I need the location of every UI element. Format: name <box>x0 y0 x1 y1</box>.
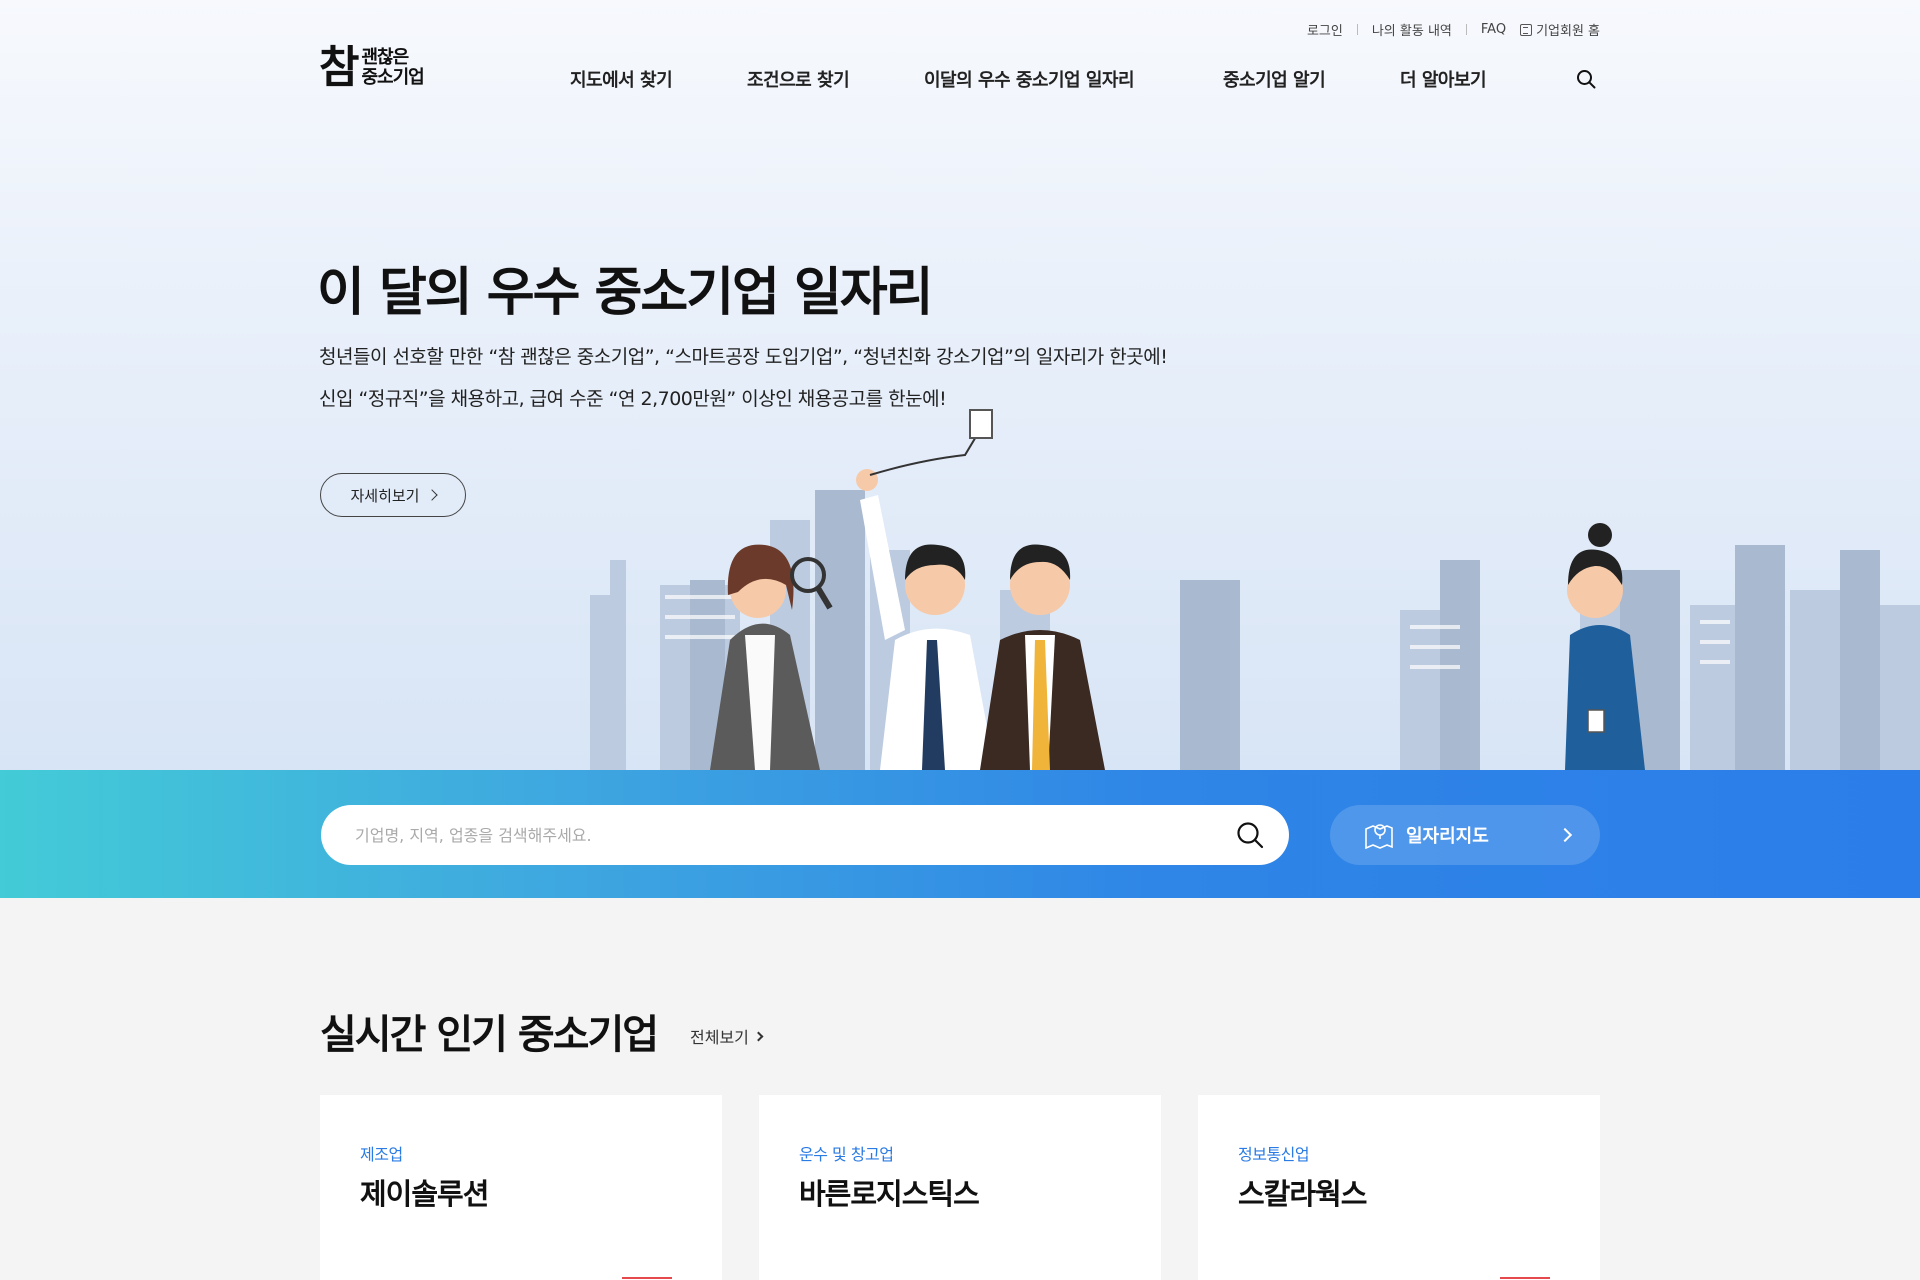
map-pin-icon <box>1365 824 1393 849</box>
company-category: 제조업 <box>360 1145 403 1164</box>
view-all-label: 전체보기 <box>690 1028 749 1047</box>
nav-monthly-best-jobs[interactable]: 이달의 우수 중소기업 일자리 <box>924 66 1135 92</box>
main-nav: 지도에서 찾기 조건으로 찾기 이달의 우수 중소기업 일자리 중소기업 알기 … <box>0 66 1920 92</box>
hero-section: 로그인 나의 활동 내역 FAQ 기업회원 홈 참 괜찮은 중소기업 지도에서 … <box>0 0 1920 770</box>
search-icon[interactable] <box>1576 69 1596 89</box>
person-with-badge-illustration <box>980 544 1105 770</box>
company-category: 운수 및 창고업 <box>799 1145 894 1164</box>
view-details-label: 자세히보기 <box>350 486 420 505</box>
search-input[interactable] <box>355 825 1235 845</box>
view-all-link[interactable]: 전체보기 <box>690 1024 764 1048</box>
company-name: 스칼라웍스 <box>1238 1177 1367 1211</box>
divider <box>1465 24 1467 35</box>
nav-find-by-condition[interactable]: 조건으로 찾기 <box>747 66 850 92</box>
divider <box>1356 24 1358 35</box>
view-details-button[interactable]: 자세히보기 <box>320 473 466 517</box>
nav-learn-more[interactable]: 더 알아보기 <box>1400 66 1487 92</box>
job-map-button[interactable]: 일자리지도 <box>1330 805 1600 865</box>
chevron-right-icon <box>753 1031 764 1041</box>
my-activity-link[interactable]: 나의 활동 내역 <box>1372 20 1452 39</box>
logo-line1: 괜찮은 <box>361 47 409 68</box>
company-category: 정보통신업 <box>1238 1145 1310 1164</box>
company-card[interactable]: 제조업 제이솔루션 <box>320 1095 722 1280</box>
biz-home-label: 기업회원 홈 <box>1536 24 1600 39</box>
job-map-label: 일자리지도 <box>1406 826 1489 847</box>
search-box <box>321 805 1289 865</box>
login-link[interactable]: 로그인 <box>1307 20 1343 39</box>
search-band: 일자리지도 <box>0 770 1920 898</box>
company-card[interactable]: 운수 및 창고업 바른로지스틱스 <box>759 1095 1161 1280</box>
chevron-right-icon <box>1557 827 1573 843</box>
biz-home-link[interactable]: 기업회원 홈 <box>1520 20 1600 39</box>
nav-about-sme[interactable]: 중소기업 알기 <box>1223 66 1326 92</box>
faq-link[interactable]: FAQ <box>1481 22 1506 37</box>
hero-title: 이 달의 우수 중소기업 일자리 <box>317 263 933 323</box>
search-icon[interactable] <box>1235 820 1265 850</box>
section-title: 실시간 인기 중소기업 <box>320 1012 659 1058</box>
company-name: 제이솔루션 <box>360 1177 489 1211</box>
utility-menu: 로그인 나의 활동 내역 FAQ 기업회원 홈 <box>1307 20 1600 39</box>
company-card[interactable]: 정보통신업 스칼라웍스 <box>1198 1095 1600 1280</box>
hero-illustration <box>590 409 1920 770</box>
person-with-magnifier-illustration <box>710 544 833 770</box>
building-icon <box>1520 23 1533 36</box>
company-name: 바른로지스틱스 <box>799 1177 980 1211</box>
hero-desc-line1: 청년들이 선호할 만한 “참 괜찮은 중소기업”, “스마트공장 도입기업”, … <box>319 346 1168 368</box>
nav-find-on-map[interactable]: 지도에서 찾기 <box>570 66 673 92</box>
chevron-right-icon <box>425 489 438 501</box>
